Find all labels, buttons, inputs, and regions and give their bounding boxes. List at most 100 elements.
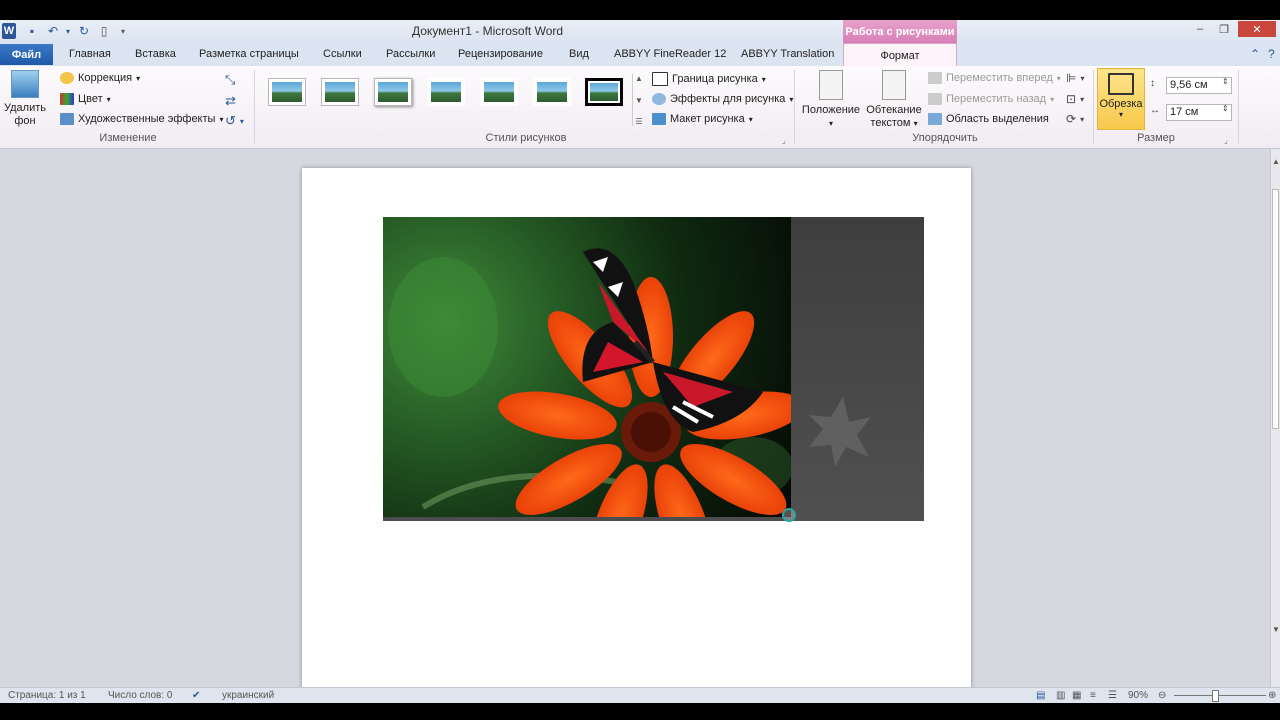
customize-toolbar-icon[interactable]: ▾ [118,23,128,39]
picture-layout-button[interactable]: Макет рисунка ▾ [652,113,753,125]
undo-icon[interactable]: ↶ [44,23,62,39]
cropped-flower-shadow [809,397,871,467]
undo-dropdown-icon[interactable]: ▾ [64,23,72,39]
tab-insert[interactable]: Вставка [135,48,176,60]
scroll-down-icon[interactable]: ▼ [1272,625,1280,634]
close-icon[interactable]: ✕ [1238,21,1276,37]
border-icon [652,72,668,86]
color-button[interactable]: Цвет ▾ [60,93,111,105]
zoom-level[interactable]: 90% [1128,690,1148,701]
wrap-text-button[interactable]: Обтекание текстом ▾ [864,70,924,130]
picture-border-button[interactable]: Граница рисунка ▾ [652,72,766,86]
outline-icon[interactable]: ≡ [1090,690,1096,701]
zoom-slider[interactable] [1174,695,1266,696]
new-document-icon[interactable]: ▯ [96,23,112,39]
dialog-launcher-icon[interactable]: ⌟ [782,136,786,145]
align-icon[interactable]: ⊫ ▾ [1066,71,1084,85]
rotate-icon[interactable]: ⟳ ▾ [1066,112,1084,126]
height-icon: ↕ [1150,78,1155,89]
scroll-up-icon[interactable]: ▲ [1272,157,1280,166]
vertical-scrollbar[interactable]: ▲ ▼ [1270,149,1280,687]
color-label: Цвет [78,93,103,105]
picture-style-4[interactable] [427,78,465,106]
spellcheck-icon[interactable]: ✔ [192,690,200,701]
redo-icon[interactable]: ↻ [76,23,92,39]
tab-home[interactable]: Главная [69,48,111,60]
tab-references[interactable]: Ссылки [323,48,362,60]
picture-tools-header: Работа с рисунками [843,20,957,43]
more-styles-icon[interactable]: ☰ [635,117,642,126]
change-picture-icon[interactable]: ⇄ [225,93,236,109]
send-backward-label: Переместить назад [946,93,1047,105]
picture-style-2[interactable] [321,78,359,106]
artistic-effects-label: Художественные эффекты [78,113,216,125]
compress-pictures-icon[interactable]: ⤡ [225,72,235,88]
position-icon [819,70,843,100]
group-separator [254,70,255,144]
correction-button[interactable]: Коррекция ▾ [60,72,140,84]
draft-icon[interactable]: ☰ [1108,690,1117,701]
artistic-effects-button[interactable]: Художественные эффекты ▾ [60,113,223,125]
scroll-up-icon[interactable]: ▲ [635,74,643,83]
selection-pane-button[interactable]: Область выделения [928,113,1049,125]
remove-background-label-2: фон [14,115,36,127]
web-layout-icon[interactable]: ▦ [1072,690,1081,701]
scroll-down-icon[interactable]: ▼ [635,96,643,105]
selection-pane-label: Область выделения [946,113,1049,125]
picture-effects-button[interactable]: Эффекты для рисунка ▾ [652,93,793,105]
minimize-ribbon-icon[interactable]: ⌃ [1250,47,1260,61]
picture-style-3[interactable] [374,78,412,106]
crop-boundary [383,517,791,521]
sun-icon [60,72,74,84]
remove-background-icon [11,70,39,98]
page-count[interactable]: Страница: 1 из 1 [8,690,86,701]
scrollbar-thumb[interactable] [1272,189,1279,429]
tab-format[interactable]: Формат [843,43,957,67]
word-count[interactable]: Число слов: 0 [108,690,172,701]
butterfly-on-flower-image [388,248,791,517]
width-spinner-icon[interactable]: ⇕ [1222,104,1229,113]
reset-picture-icon[interactable]: ↺ ▾ [225,113,244,129]
tab-review[interactable]: Рецензирование [458,48,543,60]
picture-style-6[interactable] [533,78,571,106]
window-title: Документ1 - Microsoft Word [412,24,564,38]
restore-icon[interactable]: ❐ [1212,21,1236,37]
position-button[interactable]: Положение ▾ [800,70,862,130]
tab-abbyy-translation[interactable]: ABBYY Translation [741,48,834,60]
send-backward-button[interactable]: Переместить назад ▾ [928,93,1054,105]
crop-label: Обрезка [1099,98,1143,110]
cropped-area[interactable] [791,217,924,521]
save-icon[interactable]: ▪ [24,23,40,39]
picture-style-7[interactable] [585,78,623,106]
tab-mailings[interactable]: Рассылки [386,48,435,60]
help-icon[interactable]: ? [1268,47,1275,61]
height-spinner-icon[interactable]: ⇕ [1222,77,1229,86]
tab-page-layout[interactable]: Разметка страницы [199,48,299,60]
bring-forward-button[interactable]: Переместить вперед ▾ [928,72,1061,84]
picture-style-1[interactable] [268,78,306,106]
tab-file[interactable]: Файл [0,44,53,65]
crop-handle[interactable] [782,508,796,522]
chevron-down-icon: ▾ [1050,94,1055,104]
bottom-black-bar [0,703,1280,720]
full-screen-reading-icon[interactable]: ▥ [1056,690,1065,701]
zoom-in-icon[interactable]: ⊕ [1268,690,1276,701]
language-indicator[interactable]: украинский [222,690,274,701]
butterfly-photo[interactable] [383,217,791,517]
crop-button[interactable]: Обрезка ▾ [1097,68,1145,130]
remove-background-button[interactable]: Удалить фон [2,70,48,128]
tab-view[interactable]: Вид [569,48,589,60]
bring-forward-icon [928,72,942,84]
picture-style-5[interactable] [480,78,518,106]
zoom-out-icon[interactable]: ⊖ [1158,690,1166,701]
group-objects-icon[interactable]: ⊡ ▾ [1066,92,1084,106]
zoom-slider-thumb[interactable] [1212,690,1219,702]
word-logo-icon[interactable]: W [2,23,16,39]
dialog-launcher-icon[interactable]: ⌟ [1224,136,1228,145]
print-layout-icon[interactable]: ▤ [1036,690,1045,701]
status-bar: Страница: 1 из 1 Число слов: 0 ✔ украинс… [0,687,1280,704]
chevron-down-icon: ▾ [789,94,794,104]
styles-gallery-scroll[interactable]: ▲ ▼ ☰ [632,74,645,126]
tab-abbyy-finereader[interactable]: ABBYY FineReader 12 [614,48,726,60]
minimize-icon[interactable]: – [1188,21,1212,37]
